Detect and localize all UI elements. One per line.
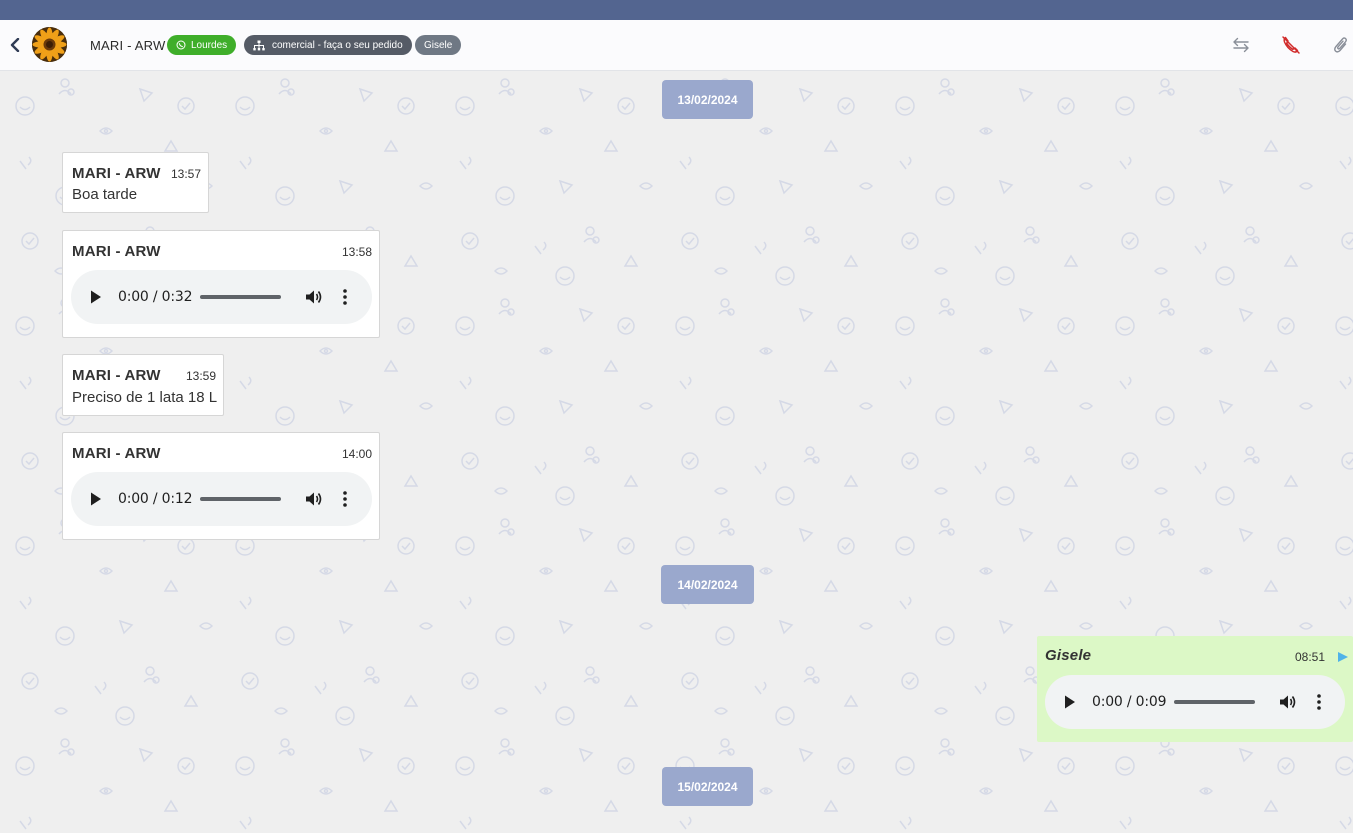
message-bubble-outgoing: Gisele 08:51 0:00 / 0:09 xyxy=(1037,636,1353,742)
connection-badge: Lourdes xyxy=(167,35,237,55)
top-bar xyxy=(0,0,1353,20)
message-sender: MARI - ARW xyxy=(72,165,161,182)
audio-player: 0:00 / 0:32 xyxy=(71,270,372,324)
message-sender: Gisele xyxy=(1045,647,1092,664)
avatar[interactable] xyxy=(32,27,67,62)
audio-player: 0:00 / 0:12 xyxy=(71,472,372,526)
more-options-icon[interactable] xyxy=(337,489,353,509)
volume-icon[interactable] xyxy=(303,489,323,509)
chat-area[interactable]: 13/02/2024 MARI - ARW 13:57 Boa tarde MA… xyxy=(0,71,1353,833)
date-separator: 13/02/2024 xyxy=(662,80,753,119)
audio-time: 0:00 / 0:12 xyxy=(118,491,193,507)
message-text: Boa tarde xyxy=(72,186,138,203)
more-options-icon[interactable] xyxy=(337,287,353,307)
play-icon[interactable] xyxy=(89,289,103,305)
user-badge: Gisele xyxy=(415,35,462,55)
message-time: 08:51 xyxy=(1295,650,1326,664)
date-separator: 15/02/2024 xyxy=(662,767,753,806)
message-time: 13:57 xyxy=(171,167,202,181)
chat-header: MARI - ARW Lourdes comercial - faça o se… xyxy=(0,20,1353,71)
date-separator: 14/02/2024 xyxy=(661,565,754,604)
message-sender: MARI - ARW xyxy=(72,367,161,384)
message-bubble: MARI - ARW 14:00 0:00 / 0:12 xyxy=(62,432,380,540)
volume-icon[interactable] xyxy=(1277,692,1297,712)
audio-time: 0:00 / 0:32 xyxy=(118,289,193,305)
audio-progress-slider[interactable] xyxy=(200,295,281,299)
sitemap-icon xyxy=(253,40,265,51)
message-time: 14:00 xyxy=(342,447,373,461)
transfer-icon[interactable] xyxy=(1230,34,1252,56)
volume-icon[interactable] xyxy=(303,287,323,307)
queue-badge-label: comercial - faça o seu pedido xyxy=(272,39,403,51)
message-sender: MARI - ARW xyxy=(72,445,161,462)
message-bubble: MARI - ARW 13:58 0:00 / 0:32 xyxy=(62,230,380,338)
play-icon[interactable] xyxy=(1063,694,1077,710)
audio-progress-slider[interactable] xyxy=(1174,700,1255,704)
message-text: Preciso de 1 lata 18 L xyxy=(72,389,218,406)
contact-name: MARI - ARW xyxy=(90,38,166,53)
message-time: 13:59 xyxy=(186,369,217,383)
play-icon[interactable] xyxy=(89,491,103,507)
whatsapp-icon xyxy=(176,40,186,50)
queue-badge: comercial - faça o seu pedido xyxy=(244,35,412,55)
attach-icon[interactable] xyxy=(1330,34,1352,56)
message-sender: MARI - ARW xyxy=(72,243,161,260)
sent-icon xyxy=(1337,650,1349,668)
audio-player: 0:00 / 0:09 xyxy=(1045,675,1345,729)
message-bubble: MARI - ARW 13:59 Preciso de 1 lata 18 L xyxy=(62,354,224,416)
message-time: 13:58 xyxy=(342,245,373,259)
audio-time: 0:00 / 0:09 xyxy=(1092,694,1167,710)
hangup-icon[interactable] xyxy=(1280,34,1302,56)
chevron-left-icon[interactable] xyxy=(6,35,24,55)
connection-badge-label: Lourdes xyxy=(191,39,228,51)
more-options-icon[interactable] xyxy=(1311,692,1327,712)
message-bubble: MARI - ARW 13:57 Boa tarde xyxy=(62,152,209,213)
audio-progress-slider[interactable] xyxy=(200,497,281,501)
